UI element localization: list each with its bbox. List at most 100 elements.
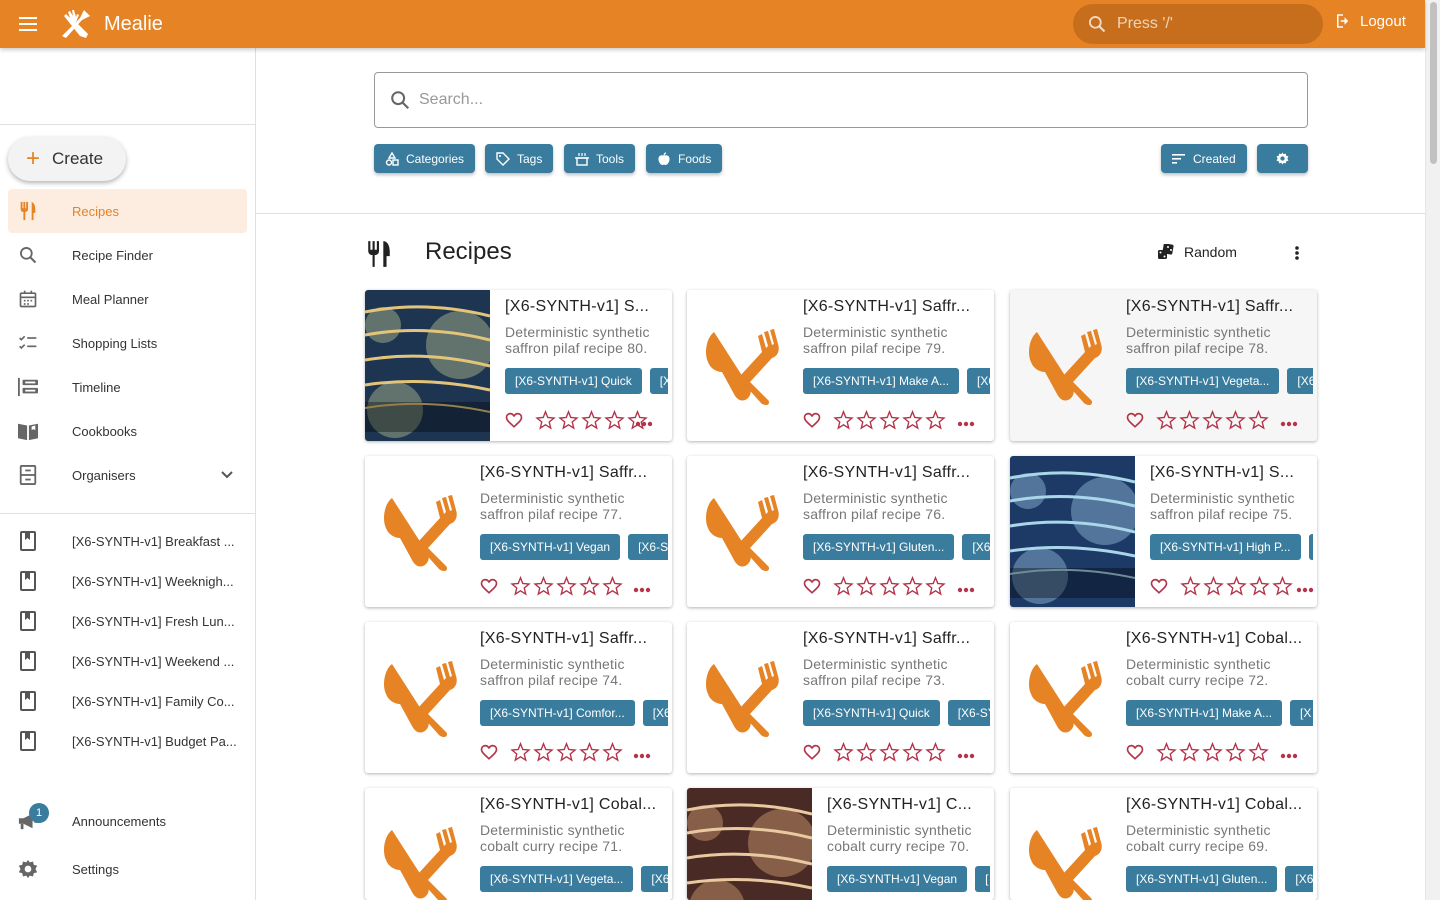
recipe-card[interactable]: [X6-SYNTH-v1] Saffr... Deterministic synt… <box>365 456 672 607</box>
recipe-tag[interactable]: [ <box>1308 534 1313 560</box>
recipe-tag[interactable]: [X6-SYNTH-v1] Make A... <box>1126 700 1283 726</box>
sidebar-item-shopping-lists[interactable]: Shopping Lists <box>8 321 247 365</box>
heart-icon[interactable] <box>480 743 498 761</box>
recipe-title[interactable]: [X6-SYNTH-v1] Saffr... <box>1126 298 1309 316</box>
recipe-image[interactable] <box>365 290 490 441</box>
star-icon[interactable] <box>1179 742 1200 762</box>
star-icon[interactable] <box>856 576 877 596</box>
scrollbar-thumb[interactable] <box>1430 2 1437 164</box>
star-icon[interactable] <box>1225 410 1246 430</box>
star-icon[interactable] <box>581 410 602 430</box>
tools-filter-button[interactable]: Tools <box>564 144 636 173</box>
star-icon[interactable] <box>879 742 900 762</box>
recipe-title[interactable]: [X6-SYNTH-v1] Cobal... <box>1126 630 1309 648</box>
star-icon[interactable] <box>1179 410 1200 430</box>
recipe-tag[interactable]: [X6-SYNTH-v1] Gluten... <box>1126 866 1278 892</box>
recipe-title[interactable]: [X6-SYNTH-v1] S... <box>1150 464 1309 482</box>
recipe-card[interactable]: [X6-SYNTH-v1] S... Deterministic syntheti… <box>1010 456 1317 607</box>
categories-filter-button[interactable]: Categories <box>374 144 476 173</box>
recipe-title[interactable]: [X6-SYNTH-v1] C... <box>827 796 986 814</box>
star-icon[interactable] <box>1249 576 1270 596</box>
star-icon[interactable] <box>925 410 946 430</box>
rating-stars[interactable] <box>510 742 625 762</box>
heart-icon[interactable] <box>803 743 821 761</box>
more-horizontal-icon[interactable] <box>635 414 653 432</box>
recipe-title[interactable]: [X6-SYNTH-v1] S... <box>505 298 664 316</box>
recipe-title[interactable]: [X6-SYNTH-v1] Saffr... <box>803 464 986 482</box>
recipe-tag[interactable]: [X6 <box>962 534 990 560</box>
tags-filter-button[interactable]: Tags <box>485 144 554 173</box>
star-icon[interactable] <box>1272 576 1293 596</box>
heart-icon[interactable] <box>1126 743 1144 761</box>
recipe-placeholder-fork-knife-icon[interactable] <box>687 622 797 773</box>
sidebar-item-meal-planner[interactable]: Meal Planner <box>8 277 247 321</box>
recipe-title[interactable]: [X6-SYNTH-v1] Cobal... <box>1126 796 1309 814</box>
heart-icon[interactable] <box>803 411 821 429</box>
rating-stars[interactable] <box>833 410 948 430</box>
recipe-tag[interactable]: [X6 <box>642 700 668 726</box>
recipe-card[interactable]: [X6-SYNTH-v1] Saffr... Deterministic synt… <box>365 622 672 773</box>
sidebar-item-timeline[interactable]: Timeline <box>8 365 247 409</box>
recipe-title[interactable]: [X6-SYNTH-v1] Saffr... <box>803 630 986 648</box>
more-horizontal-icon[interactable] <box>957 414 975 432</box>
star-icon[interactable] <box>833 576 854 596</box>
more-options-icon[interactable] <box>1290 244 1304 267</box>
star-icon[interactable] <box>533 742 554 762</box>
rating-stars[interactable] <box>833 742 948 762</box>
recipe-tag[interactable]: [X6-SYNTH-v1] Make A... <box>803 368 960 394</box>
star-icon[interactable] <box>856 410 877 430</box>
sidebar-item-cookbook[interactable]: [X6-SYNTH-v1] Weeknigh... <box>8 561 247 601</box>
recipe-placeholder-fork-knife-icon[interactable] <box>687 456 797 607</box>
logout-button[interactable]: Logout <box>1334 12 1406 30</box>
star-icon[interactable] <box>558 410 579 430</box>
sidebar-item-cookbook[interactable]: [X6-SYNTH-v1] Family Co... <box>8 681 247 721</box>
more-horizontal-icon[interactable] <box>957 746 975 764</box>
recipe-placeholder-fork-knife-icon[interactable] <box>1010 290 1120 441</box>
star-icon[interactable] <box>1156 410 1177 430</box>
recipe-card[interactable]: [X6-SYNTH-v1] Saffr... Deterministic synt… <box>1010 290 1317 441</box>
star-icon[interactable] <box>579 742 600 762</box>
recipe-tag[interactable]: [X6 <box>1287 368 1313 394</box>
star-icon[interactable] <box>510 576 531 596</box>
recipe-card[interactable]: [X6-SYNTH-v1] Saffr... Deterministic synt… <box>687 290 994 441</box>
star-icon[interactable] <box>1203 576 1224 596</box>
recipe-tag[interactable]: [X6-SYNTH-v1] Quick <box>505 368 642 394</box>
recipe-placeholder-fork-knife-icon[interactable] <box>1010 788 1120 900</box>
recipe-search-input[interactable]: Search... <box>374 72 1308 128</box>
recipe-title[interactable]: [X6-SYNTH-v1] Saffr... <box>803 298 986 316</box>
recipe-tag[interactable]: [X6 <box>1285 866 1313 892</box>
more-horizontal-icon[interactable] <box>1280 746 1298 764</box>
star-icon[interactable] <box>1248 742 1269 762</box>
menu-icon[interactable] <box>0 0 56 48</box>
recipe-placeholder-fork-knife-icon[interactable] <box>365 456 474 607</box>
sidebar-item-cookbook[interactable]: [X6-SYNTH-v1] Weekend ... <box>8 641 247 681</box>
recipe-tag[interactable]: [X6-SYNTH-v1] Vegan <box>827 866 968 892</box>
heart-icon[interactable] <box>505 411 523 429</box>
star-icon[interactable] <box>925 742 946 762</box>
star-icon[interactable] <box>1248 410 1269 430</box>
recipe-tag[interactable]: [X6 <box>967 368 990 394</box>
recipe-tag[interactable]: [X6-SYNTH-v1] Comfor... <box>480 700 635 726</box>
recipe-tag[interactable]: [X6-SYNTH-v1] Gluten... <box>803 534 955 560</box>
sidebar-item-settings[interactable]: Settings <box>8 847 247 891</box>
rating-stars[interactable] <box>1156 410 1271 430</box>
recipe-card[interactable]: [X6-SYNTH-v1] Saffr... Deterministic synt… <box>687 456 994 607</box>
recipe-title[interactable]: [X6-SYNTH-v1] Saffr... <box>480 464 664 482</box>
recipe-card[interactable]: [X6-SYNTH-v1] Cobal... Deterministic synt… <box>1010 788 1317 900</box>
sidebar-item-cookbooks[interactable]: Cookbooks <box>8 409 247 453</box>
recipe-card[interactable]: [X6-SYNTH-v1] Saffr... Deterministic synt… <box>687 622 994 773</box>
star-icon[interactable] <box>879 576 900 596</box>
star-icon[interactable] <box>1180 576 1201 596</box>
star-icon[interactable] <box>510 742 531 762</box>
more-horizontal-icon[interactable] <box>633 580 651 598</box>
heart-icon[interactable] <box>480 577 498 595</box>
star-icon[interactable] <box>1156 742 1177 762</box>
sidebar-item-organisers[interactable]: Organisers <box>8 453 247 497</box>
settings-filter-button[interactable] <box>1257 144 1308 173</box>
recipe-card[interactable]: [X6-SYNTH-v1] Cobal... Deterministic synt… <box>1010 622 1317 773</box>
more-horizontal-icon[interactable] <box>957 580 975 598</box>
star-icon[interactable] <box>604 410 625 430</box>
recipe-title[interactable]: [X6-SYNTH-v1] Saffr... <box>480 630 664 648</box>
rating-stars[interactable] <box>1156 742 1271 762</box>
recipe-tag[interactable]: [X6-SYNTH-v1] Vegeta... <box>480 866 634 892</box>
